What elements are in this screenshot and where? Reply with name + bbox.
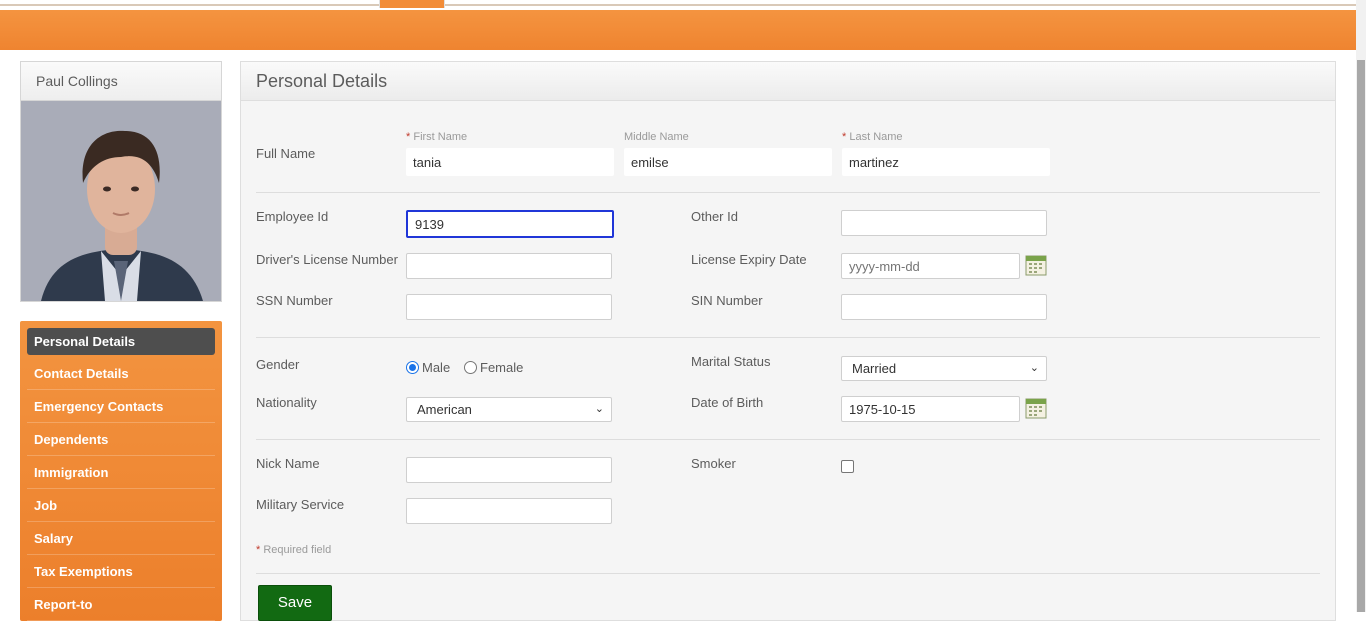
sidebar-nav: Personal Details Contact Details Emergen…	[20, 321, 222, 621]
nick-name-input[interactable]	[406, 457, 612, 483]
marital-status-select[interactable]: Married ⌄	[841, 356, 1047, 381]
profile-photo[interactable]	[21, 101, 221, 301]
required-field-text: Required field	[263, 544, 332, 556]
gender-label: Gender	[256, 357, 300, 372]
sidebar-item-tax-exemptions[interactable]: Tax Exemptions	[27, 555, 215, 588]
full-name-label: Full Name	[256, 146, 316, 161]
license-expiry-label: License Expiry Date	[691, 252, 807, 267]
sidebar-item-contact-details[interactable]: Contact Details	[27, 357, 215, 390]
last-name-label: * Last Name	[842, 131, 903, 143]
sidebar-item-salary[interactable]: Salary	[27, 522, 215, 555]
other-id-input[interactable]	[841, 210, 1047, 236]
last-name-label-text: Last Name	[849, 131, 903, 143]
gender-female-radio[interactable]	[464, 361, 477, 374]
nationality-value: American	[417, 402, 472, 417]
profile-card: Paul Collings	[20, 61, 222, 302]
gender-male-radio[interactable]	[406, 361, 419, 374]
profile-name: Paul Collings	[21, 62, 221, 101]
ssn-label: SSN Number	[256, 293, 333, 308]
sidebar-item-report-to[interactable]: Report-to	[27, 588, 215, 621]
license-expiry-input[interactable]	[841, 253, 1020, 279]
dob-label: Date of Birth	[691, 395, 764, 410]
sin-label: SIN Number	[691, 293, 763, 308]
first-name-input[interactable]	[406, 148, 614, 176]
person-photo-icon	[21, 101, 221, 301]
ssn-input[interactable]	[406, 294, 612, 320]
marital-status-label: Marital Status	[691, 354, 771, 369]
section-divider	[256, 337, 1320, 338]
gender-male-label[interactable]: Male	[422, 360, 450, 375]
chevron-down-icon: ⌄	[594, 403, 604, 415]
section-divider	[256, 573, 1320, 574]
section-divider	[256, 192, 1320, 193]
required-field-note: * Required field	[256, 544, 331, 556]
nick-name-label: Nick Name	[256, 456, 320, 471]
smoker-checkbox[interactable]	[841, 460, 854, 473]
orange-header-bar	[0, 10, 1356, 50]
required-mark: *	[406, 131, 411, 143]
sidebar-item-emergency-contacts[interactable]: Emergency Contacts	[27, 390, 215, 423]
first-name-label: * First Name	[406, 131, 467, 143]
required-mark: *	[842, 131, 847, 143]
other-id-label: Other Id	[691, 209, 738, 224]
sidebar-item-job[interactable]: Job	[27, 489, 215, 522]
middle-name-input[interactable]	[624, 148, 832, 176]
last-name-input[interactable]	[842, 148, 1050, 176]
top-rule	[0, 4, 1356, 6]
panel-title: Personal Details	[241, 62, 1335, 101]
sidebar-item-personal-details[interactable]: Personal Details	[27, 328, 215, 355]
military-service-input[interactable]	[406, 498, 612, 524]
chevron-down-icon: ⌄	[1029, 362, 1039, 374]
smoker-label: Smoker	[691, 456, 736, 471]
sidebar-item-immigration[interactable]: Immigration	[27, 456, 215, 489]
nationality-select[interactable]: American ⌄	[406, 397, 612, 422]
sin-input[interactable]	[841, 294, 1047, 320]
required-mark: *	[256, 544, 261, 556]
employee-id-input[interactable]	[406, 210, 614, 238]
military-service-label: Military Service	[256, 497, 345, 512]
menu-tab-indicator[interactable]	[379, 0, 445, 8]
section-divider	[256, 439, 1320, 440]
middle-name-label: Middle Name	[624, 131, 689, 143]
top-header	[0, 0, 1356, 50]
nationality-label: Nationality	[256, 395, 317, 410]
gender-female-label[interactable]: Female	[480, 360, 523, 375]
dob-input[interactable]	[841, 396, 1020, 422]
first-name-label-text: First Name	[413, 131, 468, 143]
marital-status-value: Married	[852, 361, 897, 376]
calendar-icon[interactable]	[1025, 397, 1047, 419]
drivers-license-input[interactable]	[406, 253, 612, 279]
sidebar-item-dependents[interactable]: Dependents	[27, 423, 215, 456]
drivers-license-label: Driver's License Number	[256, 252, 398, 267]
personal-details-panel: Personal Details Full Name * First Name …	[240, 61, 1336, 621]
save-button[interactable]: Save	[258, 585, 332, 621]
employee-id-label: Employee Id	[256, 209, 329, 224]
calendar-icon[interactable]	[1025, 254, 1047, 276]
page-scrollbar[interactable]	[1356, 0, 1366, 612]
scrollbar-thumb[interactable]	[1357, 60, 1365, 612]
